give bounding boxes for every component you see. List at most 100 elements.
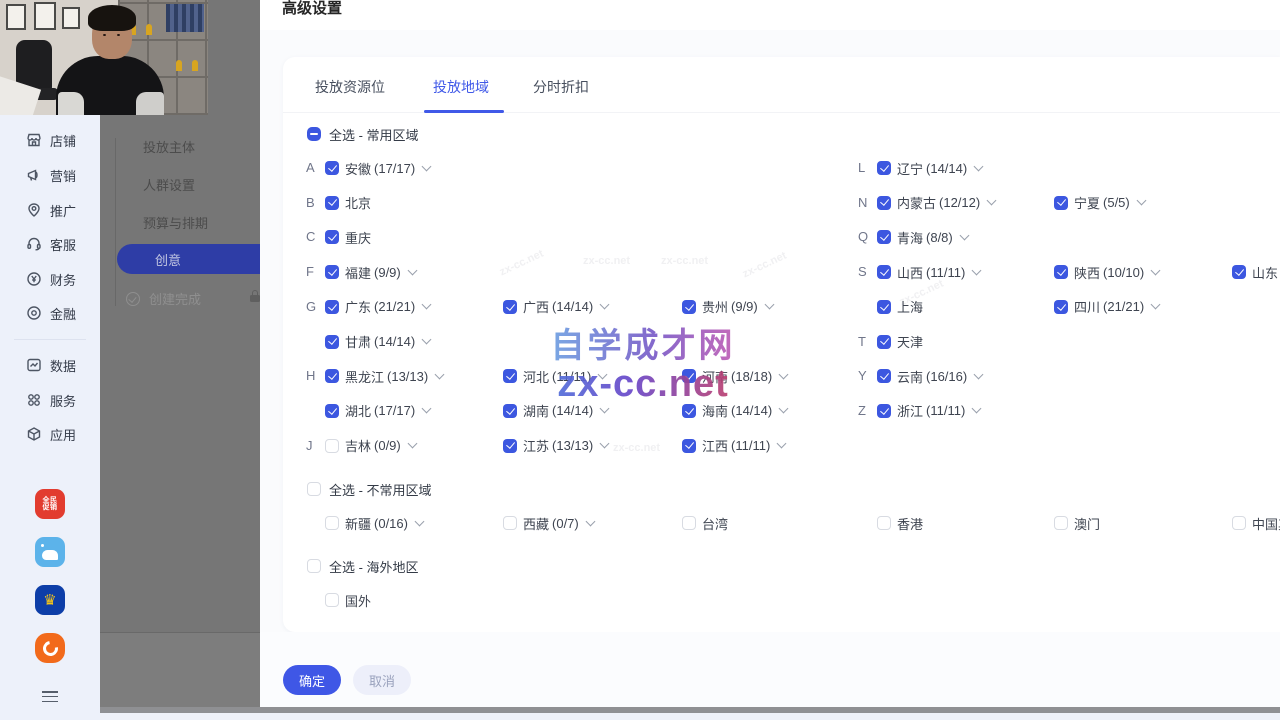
chevron-down-icon[interactable] [407,439,417,449]
sidebar-item-finance[interactable]: 财务 [26,268,76,290]
chevron-down-icon[interactable] [600,300,610,310]
chevron-down-icon[interactable] [422,404,432,414]
chevron-down-icon[interactable] [600,439,610,449]
region-item-吉林[interactable]: 吉林(0/9) [325,436,416,456]
chevron-down-icon[interactable] [600,404,610,414]
region-item-安徽[interactable]: 安徽(17/17) [325,158,430,178]
chevron-down-icon[interactable] [972,265,982,275]
checkbox-icon[interactable] [325,335,339,349]
region-item-云南[interactable]: 云南(16/16) [877,366,982,386]
region-item-山西[interactable]: 山西(11/11) [877,262,980,282]
checkbox-icon[interactable] [682,439,696,453]
chevron-down-icon[interactable] [779,404,789,414]
checkbox-icon[interactable] [877,161,891,175]
chevron-down-icon[interactable] [777,439,787,449]
checkbox-icon[interactable] [1232,265,1246,279]
checkbox-icon[interactable] [325,300,339,314]
select-all-common-regions[interactable]: 全选 - 常用区域 [307,124,419,144]
select-all-overseas-regions[interactable]: 全选 - 海外地区 [307,556,419,576]
checkbox-icon[interactable] [682,516,696,530]
checkbox-icon[interactable] [877,335,891,349]
step-item[interactable]: 人群设置 [143,175,195,194]
region-item-内蒙古[interactable]: 内蒙古(12/12) [877,193,995,213]
region-item-青海[interactable]: 青海(8/8) [877,227,968,247]
region-item-山东[interactable]: 山东(1 [1232,262,1280,282]
region-item-广西[interactable]: 广西(14/14) [503,297,608,317]
checkbox-icon[interactable] [877,369,891,383]
app-icon-crown[interactable]: ♛ [35,585,65,615]
region-item-甘肃[interactable]: 甘肃(14/14) [325,332,430,352]
chevron-down-icon[interactable] [415,516,425,526]
tab-placement[interactable]: 投放资源位 [315,77,385,97]
checkbox-icon[interactable] [1054,265,1068,279]
app-icon-quanmin-cuxiao[interactable]: 全民促销 [35,489,65,519]
checkbox-icon[interactable] [877,196,891,210]
region-item-江苏[interactable]: 江苏(13/13) [503,436,608,456]
sidebar-item-support[interactable]: 客服 [26,233,76,255]
checkbox-icon[interactable] [325,404,339,418]
checkbox-icon[interactable] [1054,300,1068,314]
checkbox-icon[interactable] [877,516,891,530]
chevron-down-icon[interactable] [987,196,997,206]
region-item-湖北[interactable]: 湖北(17/17) [325,401,430,421]
region-item-辽宁[interactable]: 辽宁(14/14) [877,158,982,178]
checkbox-icon[interactable] [682,369,696,383]
region-item-福建[interactable]: 福建(9/9) [325,262,416,282]
region-item-贵州[interactable]: 贵州(9/9) [682,297,773,317]
region-item-澳门[interactable]: 澳门 [1054,513,1100,533]
region-item-湖南[interactable]: 湖南(14/14) [503,401,608,421]
sidebar-item-apps[interactable]: 应用 [26,423,76,445]
checkbox-icon[interactable] [325,593,339,607]
checkbox-icon[interactable] [503,300,517,314]
region-item-河南[interactable]: 河南(18/18) [682,366,787,386]
checkbox-icon[interactable] [877,300,891,314]
sidebar-item-banking[interactable]: 金融 [26,302,76,324]
confirm-button[interactable]: 确定 [283,665,341,695]
chevron-down-icon[interactable] [1136,196,1146,206]
region-item-天津[interactable]: 天津 [877,332,923,352]
region-item-海南[interactable]: 海南(14/14) [682,401,787,421]
chevron-down-icon[interactable] [974,369,984,379]
checkbox-icon[interactable] [877,265,891,279]
chevron-down-icon[interactable] [779,369,789,379]
region-item-国外[interactable]: 国外 [325,590,371,610]
region-item-北京[interactable]: 北京 [325,193,371,213]
sidebar-item-promote[interactable]: 推广 [26,199,76,221]
checkbox-icon[interactable] [503,404,517,418]
sidebar-item-services[interactable]: 服务 [26,389,76,411]
checkbox-icon[interactable] [682,404,696,418]
chevron-down-icon[interactable] [422,335,432,345]
checkbox-icon[interactable] [325,230,339,244]
chevron-down-icon[interactable] [422,300,432,310]
region-item-四川[interactable]: 四川(21/21) [1054,297,1159,317]
chevron-down-icon[interactable] [435,369,445,379]
checkbox-icon[interactable] [877,230,891,244]
checkbox-icon[interactable] [307,127,321,141]
checkbox-icon[interactable] [307,559,321,573]
checkbox-icon[interactable] [325,265,339,279]
sidebar-item-marketing[interactable]: 营销 [26,164,76,186]
step-creative-active[interactable]: 创意 [117,244,260,274]
chevron-down-icon[interactable] [1151,265,1161,275]
tab-time-discount[interactable]: 分时折扣 [533,77,589,97]
region-item-中国其[interactable]: 中国其 [1232,513,1280,533]
chevron-down-icon[interactable] [585,516,595,526]
region-item-河北[interactable]: 河北(11/11) [503,366,606,386]
sidebar-item-store[interactable]: 店铺 [26,129,76,151]
checkbox-icon[interactable] [325,161,339,175]
tab-region[interactable]: 投放地域 [433,77,489,97]
region-item-宁夏[interactable]: 宁夏(5/5) [1054,193,1145,213]
checkbox-icon[interactable] [325,369,339,383]
app-icon-whale[interactable] [35,537,65,567]
step-item[interactable]: 预算与排期 [143,213,208,232]
checkbox-icon[interactable] [503,369,517,383]
select-all-uncommon-regions[interactable]: 全选 - 不常用区域 [307,479,432,499]
chevron-down-icon[interactable] [972,404,982,414]
region-item-新疆[interactable]: 新疆(0/16) [325,513,423,533]
checkbox-icon[interactable] [307,482,321,496]
checkbox-icon[interactable] [325,439,339,453]
sidebar-item-data[interactable]: 数据 [26,354,76,376]
menu-collapse-icon[interactable] [42,691,58,703]
step-item[interactable]: 投放主体 [143,137,195,156]
checkbox-icon[interactable] [1232,516,1246,530]
